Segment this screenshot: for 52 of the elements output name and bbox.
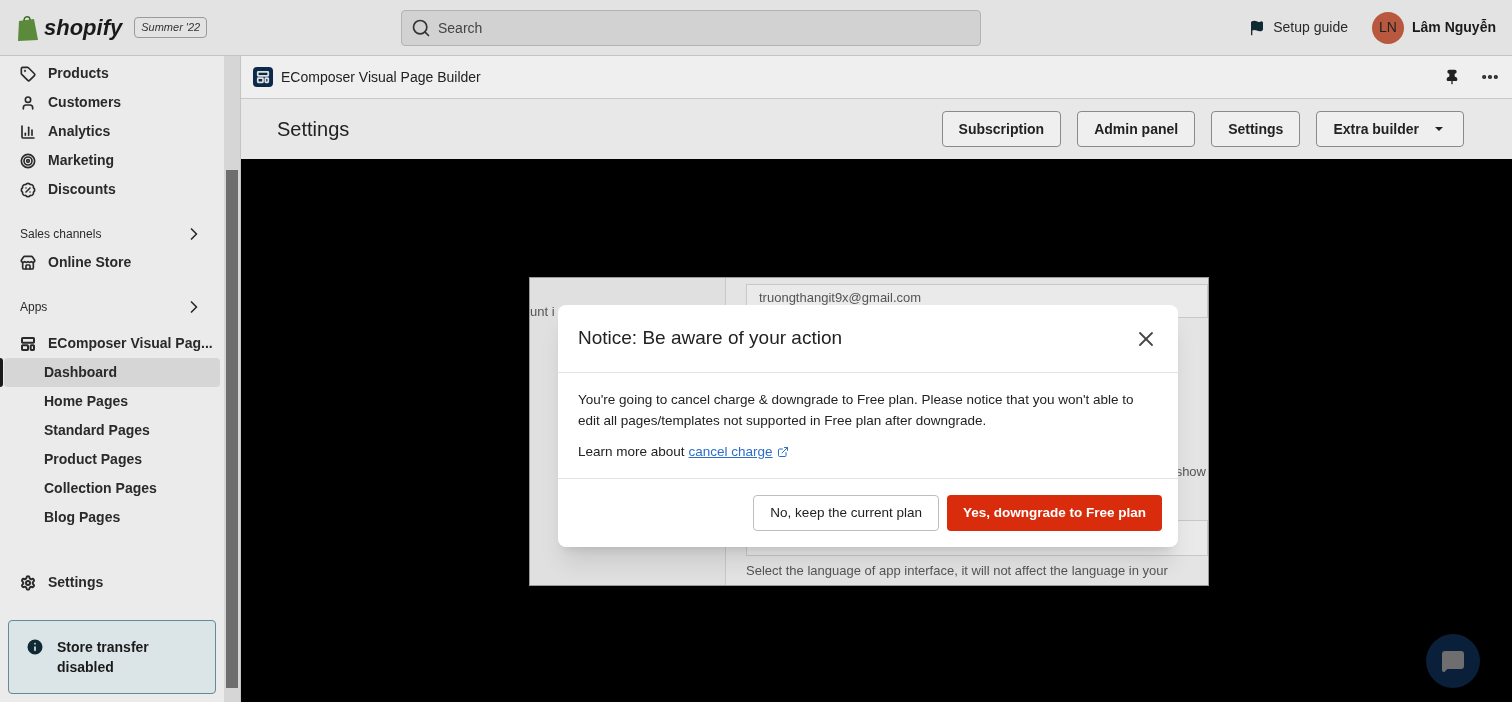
version-badge: Summer '22 bbox=[134, 17, 208, 38]
sidebar-subitem[interactable]: Product Pages bbox=[4, 445, 220, 474]
dropdown-button[interactable]: Extra builder bbox=[1316, 111, 1464, 147]
sidebar-subitem[interactable]: Collection Pages bbox=[4, 474, 220, 503]
label-text: unt i bbox=[530, 303, 555, 321]
language-hint: Select the language of app interface, it will not affect the language in your bbox=[746, 561, 1169, 580]
modal-title: Notice: Be aware of your action bbox=[578, 326, 843, 351]
sidebar-subitem[interactable]: Blog Pages bbox=[4, 503, 220, 532]
shopping-bag-icon bbox=[16, 13, 40, 42]
pin-icon[interactable] bbox=[1444, 69, 1460, 85]
page-button[interactable]: Admin panel bbox=[1077, 111, 1196, 147]
nav-icon bbox=[20, 181, 36, 198]
sidebar-item[interactable]: Products bbox=[8, 59, 216, 88]
chat-button[interactable] bbox=[1426, 634, 1480, 688]
sidebar-subitem[interactable]: Home Pages bbox=[4, 387, 220, 416]
sidebar-subitem[interactable]: Standard Pages bbox=[4, 416, 220, 445]
cancel-button[interactable]: No, keep the current plan bbox=[753, 495, 939, 531]
confirm-button[interactable]: Yes, downgrade to Free plan bbox=[946, 495, 1162, 531]
page-title: Settings bbox=[277, 117, 350, 142]
app-icon bbox=[20, 335, 36, 352]
nav-icon bbox=[20, 123, 36, 140]
sidebar-section[interactable]: Sales channels bbox=[0, 220, 224, 248]
chat-icon bbox=[1441, 649, 1465, 673]
sidebar-item[interactable]: Customers bbox=[8, 88, 216, 117]
nav-icon bbox=[20, 152, 36, 169]
page-button[interactable]: Subscription bbox=[941, 111, 1062, 147]
sidebar-item[interactable]: EComposer Visual Pag... bbox=[8, 329, 216, 358]
sidebar-item[interactable]: Online Store bbox=[8, 248, 216, 277]
sidebar-item[interactable]: Analytics bbox=[8, 117, 216, 146]
nav-icon bbox=[20, 254, 36, 271]
sidebar-section[interactable]: Apps bbox=[0, 293, 224, 321]
modal-message: You're going to cancel charge & downgrade to Free plan. Please notice that you won't able to edit all pages/templates not supported in Free plan after downgrade. bbox=[578, 391, 1135, 430]
settings-icon bbox=[20, 574, 36, 591]
cancel-charge-link[interactable]: cancel charge bbox=[688, 441, 789, 462]
search-field[interactable]: Search bbox=[401, 9, 981, 46]
setup-guide-link[interactable]: Setup guide bbox=[1249, 17, 1348, 38]
search-icon bbox=[411, 17, 431, 38]
app-title: EComposer Visual Page Builder bbox=[281, 67, 481, 87]
app-logo-icon bbox=[253, 67, 273, 87]
nav-icon bbox=[20, 65, 36, 82]
flag-icon bbox=[1249, 19, 1266, 36]
nav-icon bbox=[20, 94, 36, 111]
page-button[interactable]: Settings bbox=[1211, 111, 1301, 147]
sidebar-item[interactable]: Marketing bbox=[8, 146, 216, 175]
external-link-icon bbox=[776, 445, 789, 458]
info-icon bbox=[25, 637, 45, 657]
sidebar-item[interactable]: Discounts bbox=[8, 175, 216, 204]
learn-more-text: Learn more about cancel charge bbox=[578, 441, 1158, 462]
user-name[interactable]: Lâm Nguyễn bbox=[1412, 17, 1496, 38]
sidebar-item[interactable]: Settings bbox=[8, 568, 216, 597]
store-transfer-notice: Store transfer disabled bbox=[8, 620, 216, 694]
logo-text: shopify bbox=[44, 14, 123, 42]
